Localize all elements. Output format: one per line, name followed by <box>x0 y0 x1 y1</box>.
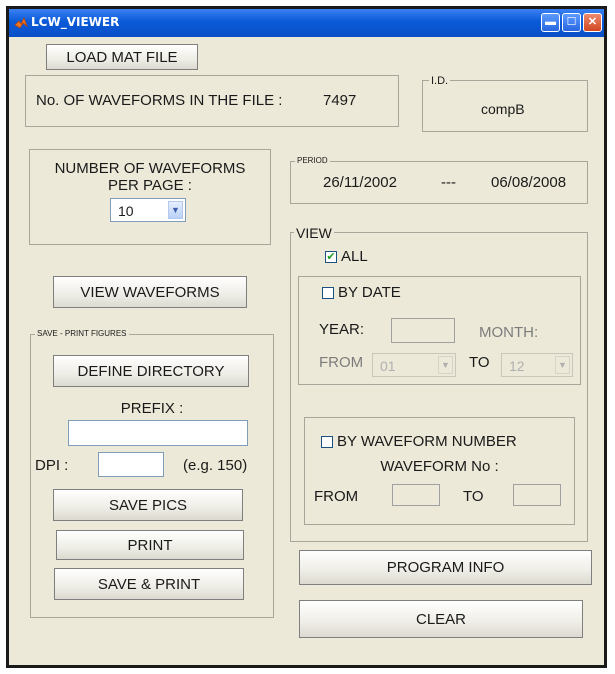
title-bar[interactable]: LCW_VIEWER ▬ ☐ ✕ <box>9 9 604 37</box>
load-mat-file-button[interactable]: LOAD MAT FILE <box>46 44 198 70</box>
program-info-button[interactable]: PROGRAM INFO <box>299 550 592 585</box>
close-icon: ✕ <box>587 16 598 28</box>
per-page-selected-value: 10 <box>118 203 134 219</box>
per-page-panel: NUMBER OF WAVEFORMS PER PAGE : 10 ▼ <box>29 149 271 245</box>
number-from-input[interactable] <box>392 484 440 506</box>
per-page-label-line1: NUMBER OF WAVEFORMS <box>54 160 246 177</box>
dpi-hint: (e.g. 150) <box>183 457 248 474</box>
by-date-panel: BY DATE YEAR: MONTH: FROM 01 ▼ TO 12 ▼ <box>298 276 581 385</box>
per-page-select[interactable]: 10 ▼ <box>110 198 186 222</box>
checkmark-icon: ✔ <box>326 251 336 263</box>
date-to-label: TO <box>469 354 490 371</box>
year-label: YEAR: <box>319 321 365 338</box>
dpi-label: DPI : <box>35 457 69 474</box>
matlab-logo-icon <box>14 17 28 29</box>
number-to-input[interactable] <box>513 484 561 506</box>
print-button[interactable]: PRINT <box>56 530 244 560</box>
chevron-down-icon[interactable]: ▼ <box>438 356 453 374</box>
by-date-label: BY DATE <box>338 284 401 301</box>
id-panel-title: I.D. <box>429 75 451 87</box>
year-input[interactable] <box>391 318 455 343</box>
chevron-down-icon[interactable]: ▼ <box>555 356 570 374</box>
number-from-label: FROM <box>314 488 359 505</box>
define-directory-button[interactable]: DEFINE DIRECTORY <box>53 355 249 387</box>
view-panel-title: VIEW <box>294 225 334 241</box>
screenshot-frame: LCW_VIEWER ▬ ☐ ✕ LOAD MAT FILE No. OF WA… <box>0 0 615 674</box>
maximize-button[interactable]: ☐ <box>562 13 581 32</box>
view-panel: VIEW ✔ ALL BY DATE YEAR: MONTH: FROM 01 … <box>290 225 588 542</box>
date-from-select[interactable]: 01 ▼ <box>372 353 456 377</box>
minimize-button[interactable]: ▬ <box>541 13 560 32</box>
period-separator: --- <box>441 174 456 191</box>
prefix-input[interactable] <box>68 420 248 446</box>
by-waveform-number-panel: BY WAVEFORM NUMBER WAVEFORM No : FROM TO <box>304 417 575 525</box>
file-info-panel: No. OF WAVEFORMS IN THE FILE : 7497 <box>25 75 399 127</box>
period-panel-title: PERIOD <box>295 156 330 165</box>
by-waveform-number-label: BY WAVEFORM NUMBER <box>337 433 517 450</box>
date-to-select[interactable]: 12 ▼ <box>501 353 573 377</box>
save-print-panel-title: SAVE - PRINT FIGURES <box>35 329 129 338</box>
date-to-value: 12 <box>509 358 525 374</box>
month-label: MONTH: <box>479 324 539 341</box>
save-pics-button[interactable]: SAVE PICS <box>53 489 243 521</box>
window-title: LCW_VIEWER <box>31 15 120 29</box>
app-window: LCW_VIEWER ▬ ☐ ✕ LOAD MAT FILE No. OF WA… <box>6 6 607 668</box>
save-print-panel: SAVE - PRINT FIGURES DEFINE DIRECTORY PR… <box>30 329 274 618</box>
waveform-count-label: No. OF WAVEFORMS IN THE FILE : <box>36 92 283 109</box>
view-all-checkbox[interactable]: ✔ <box>325 251 337 263</box>
by-waveform-number-checkbox[interactable] <box>321 436 333 448</box>
period-start-date: 26/11/2002 <box>323 174 397 191</box>
minimize-icon: ▬ <box>545 16 556 28</box>
id-value: compB <box>481 101 525 117</box>
view-all-label: ALL <box>341 248 368 265</box>
maximize-icon: ☐ <box>566 16 577 28</box>
prefix-label: PREFIX : <box>120 400 184 417</box>
per-page-label-line2: PER PAGE : <box>108 177 192 194</box>
date-from-value: 01 <box>380 358 396 374</box>
date-from-label: FROM <box>319 354 364 371</box>
view-waveforms-button[interactable]: VIEW WAVEFORMS <box>53 276 247 308</box>
by-date-checkbox[interactable] <box>322 287 334 299</box>
chevron-down-icon[interactable]: ▼ <box>168 201 183 219</box>
period-panel: PERIOD 26/11/2002 --- 06/08/2008 <box>290 156 588 204</box>
period-end-date: 06/08/2008 <box>491 174 567 191</box>
waveform-no-label: WAVEFORM No : <box>380 458 499 475</box>
save-and-print-button[interactable]: SAVE & PRINT <box>54 568 244 600</box>
number-to-label: TO <box>463 488 484 505</box>
dpi-input[interactable] <box>98 452 164 477</box>
client-area: LOAD MAT FILE No. OF WAVEFORMS IN THE FI… <box>9 37 604 665</box>
clear-button[interactable]: CLEAR <box>299 600 583 638</box>
id-panel: I.D. compB <box>422 75 588 132</box>
waveform-count-value: 7497 <box>323 92 357 109</box>
close-button[interactable]: ✕ <box>583 13 602 32</box>
